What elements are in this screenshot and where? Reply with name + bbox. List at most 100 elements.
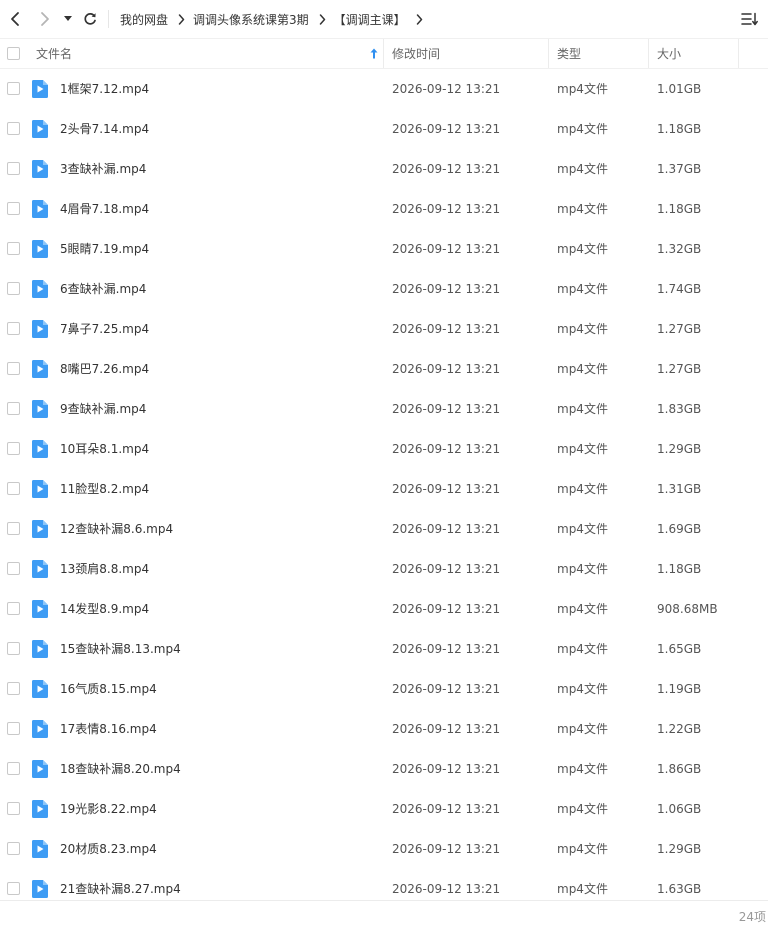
breadcrumb-item-current[interactable]: 【调调主课】: [334, 11, 406, 28]
select-all-cell: [7, 39, 20, 68]
file-row[interactable]: 15查缺补漏8.13.mp4 2026-09-12 13:21 mp4文件 1.65G…: [0, 629, 768, 669]
row-checkbox[interactable]: [7, 322, 20, 335]
file-row[interactable]: 8嘴巴7.26.mp4 2026-09-12 13:21 mp4文件 1.27GB: [0, 349, 768, 389]
column-header-name[interactable]: 文件名: [36, 39, 382, 68]
navigation-bar: 我的网盘 调调头像系统课第3期 【调调主课】: [0, 0, 768, 38]
video-file-icon: [32, 640, 48, 658]
file-modified: 2026-09-12 13:21: [392, 162, 501, 176]
file-type: mp4文件: [557, 522, 608, 536]
row-checkbox[interactable]: [7, 162, 20, 175]
row-checkbox[interactable]: [7, 482, 20, 495]
file-row[interactable]: 12查缺补漏8.6.mp4 2026-09-12 13:21 mp4文件 1.69GB: [0, 509, 768, 549]
row-checkbox[interactable]: [7, 442, 20, 455]
file-name[interactable]: 5眼睛7.19.mp4: [60, 229, 149, 269]
file-row[interactable]: 10耳朵8.1.mp4 2026-09-12 13:21 mp4文件 1.29GB: [0, 429, 768, 469]
file-name[interactable]: 4眉骨7.18.mp4: [60, 189, 149, 229]
file-modified: 2026-09-12 13:21: [392, 722, 501, 736]
row-checkbox[interactable]: [7, 882, 20, 895]
row-checkbox[interactable]: [7, 722, 20, 735]
row-checkbox[interactable]: [7, 562, 20, 575]
column-header-modified-label: 修改时间: [392, 47, 441, 61]
column-divider: [383, 39, 384, 68]
row-checkbox[interactable]: [7, 802, 20, 815]
row-checkbox[interactable]: [7, 682, 20, 695]
file-row[interactable]: 17表情8.16.mp4 2026-09-12 13:21 mp4文件 1.22GB: [0, 709, 768, 749]
file-name[interactable]: 19光影8.22.mp4: [60, 789, 157, 829]
file-size: 1.27GB: [657, 322, 702, 336]
file-row[interactable]: 6查缺补漏.mp4 2026-09-12 13:21 mp4文件 1.74GB: [0, 269, 768, 309]
file-type: mp4文件: [557, 802, 608, 816]
file-name[interactable]: 15查缺补漏8.13.mp4: [60, 629, 181, 669]
file-name[interactable]: 11脸型8.2.mp4: [60, 469, 149, 509]
file-row[interactable]: 11脸型8.2.mp4 2026-09-12 13:21 mp4文件 1.31GB: [0, 469, 768, 509]
file-name[interactable]: 7鼻子7.25.mp4: [60, 309, 149, 349]
file-size: 1.63GB: [657, 882, 702, 896]
file-name[interactable]: 9查缺补漏.mp4: [60, 389, 146, 429]
file-row[interactable]: 13颈肩8.8.mp4 2026-09-12 13:21 mp4文件 1.18GB: [0, 549, 768, 589]
row-checkbox[interactable]: [7, 122, 20, 135]
file-name[interactable]: 20材质8.23.mp4: [60, 829, 157, 869]
file-name[interactable]: 21查缺补漏8.27.mp4: [60, 869, 181, 909]
file-name[interactable]: 12查缺补漏8.6.mp4: [60, 509, 173, 549]
file-name[interactable]: 17表情8.16.mp4: [60, 709, 157, 749]
row-checkbox[interactable]: [7, 362, 20, 375]
file-size: 1.22GB: [657, 722, 702, 736]
breadcrumb-item-course[interactable]: 调调头像系统课第3期: [193, 11, 309, 28]
forward-button[interactable]: [35, 9, 55, 29]
row-checkbox[interactable]: [7, 202, 20, 215]
file-modified: 2026-09-12 13:21: [392, 482, 501, 496]
file-row[interactable]: 3查缺补漏.mp4 2026-09-12 13:21 mp4文件 1.37GB: [0, 149, 768, 189]
file-name[interactable]: 14发型8.9.mp4: [60, 589, 149, 629]
file-type: mp4文件: [557, 362, 608, 376]
row-checkbox[interactable]: [7, 402, 20, 415]
file-row[interactable]: 5眼睛7.19.mp4 2026-09-12 13:21 mp4文件 1.32GB: [0, 229, 768, 269]
file-name[interactable]: 2头骨7.14.mp4: [60, 109, 149, 149]
file-modified: 2026-09-12 13:21: [392, 362, 501, 376]
video-file-icon: [32, 360, 48, 378]
row-checkbox[interactable]: [7, 842, 20, 855]
history-dropdown-button[interactable]: [60, 9, 76, 29]
file-row[interactable]: 18查缺补漏8.20.mp4 2026-09-12 13:21 mp4文件 1.86G…: [0, 749, 768, 789]
breadcrumb-item-root[interactable]: 我的网盘: [120, 11, 168, 28]
file-name[interactable]: 18查缺补漏8.20.mp4: [60, 749, 181, 789]
file-row[interactable]: 20材质8.23.mp4 2026-09-12 13:21 mp4文件 1.29GB: [0, 829, 768, 869]
column-header-type[interactable]: 类型: [557, 39, 647, 68]
video-file-icon: [32, 200, 48, 218]
row-checkbox[interactable]: [7, 242, 20, 255]
file-name[interactable]: 1框架7.12.mp4: [60, 69, 149, 109]
file-modified: 2026-09-12 13:21: [392, 882, 501, 896]
row-checkbox[interactable]: [7, 282, 20, 295]
file-name[interactable]: 10耳朵8.1.mp4: [60, 429, 149, 469]
file-name[interactable]: 8嘴巴7.26.mp4: [60, 349, 149, 389]
video-file-icon: [32, 160, 48, 178]
file-row[interactable]: 16气质8.15.mp4 2026-09-12 13:21 mp4文件 1.19GB: [0, 669, 768, 709]
sort-view-button[interactable]: [740, 10, 760, 28]
select-all-checkbox[interactable]: [7, 47, 20, 60]
file-row[interactable]: 1框架7.12.mp4 2026-09-12 13:21 mp4文件 1.01GB: [0, 69, 768, 109]
item-count: 24项: [738, 910, 766, 924]
file-name[interactable]: 13颈肩8.8.mp4: [60, 549, 149, 589]
row-checkbox[interactable]: [7, 762, 20, 775]
row-checkbox[interactable]: [7, 602, 20, 615]
file-name[interactable]: 6查缺补漏.mp4: [60, 269, 146, 309]
file-type: mp4文件: [557, 82, 608, 96]
refresh-icon: [84, 13, 96, 25]
file-name[interactable]: 3查缺补漏.mp4: [60, 149, 146, 189]
file-row[interactable]: 9查缺补漏.mp4 2026-09-12 13:21 mp4文件 1.83GB: [0, 389, 768, 429]
refresh-button[interactable]: [80, 9, 100, 29]
row-checkbox[interactable]: [7, 642, 20, 655]
row-checkbox[interactable]: [7, 522, 20, 535]
file-row[interactable]: 21查缺补漏8.27.mp4 2026-09-12 13:21 mp4文件 1.63G…: [0, 869, 768, 909]
file-type: mp4文件: [557, 162, 608, 176]
file-row[interactable]: 2头骨7.14.mp4 2026-09-12 13:21 mp4文件 1.18GB: [0, 109, 768, 149]
file-name[interactable]: 16气质8.15.mp4: [60, 669, 157, 709]
row-checkbox[interactable]: [7, 82, 20, 95]
file-row[interactable]: 4眉骨7.18.mp4 2026-09-12 13:21 mp4文件 1.18GB: [0, 189, 768, 229]
column-header-modified[interactable]: 修改时间: [392, 39, 547, 68]
chevron-left-icon: [11, 12, 19, 26]
file-row[interactable]: 7鼻子7.25.mp4 2026-09-12 13:21 mp4文件 1.27GB: [0, 309, 768, 349]
file-row[interactable]: 14发型8.9.mp4 2026-09-12 13:21 mp4文件 908.68MB: [0, 589, 768, 629]
back-button[interactable]: [5, 9, 25, 29]
file-row[interactable]: 19光影8.22.mp4 2026-09-12 13:21 mp4文件 1.06GB: [0, 789, 768, 829]
column-header-size[interactable]: 大小: [657, 39, 737, 68]
